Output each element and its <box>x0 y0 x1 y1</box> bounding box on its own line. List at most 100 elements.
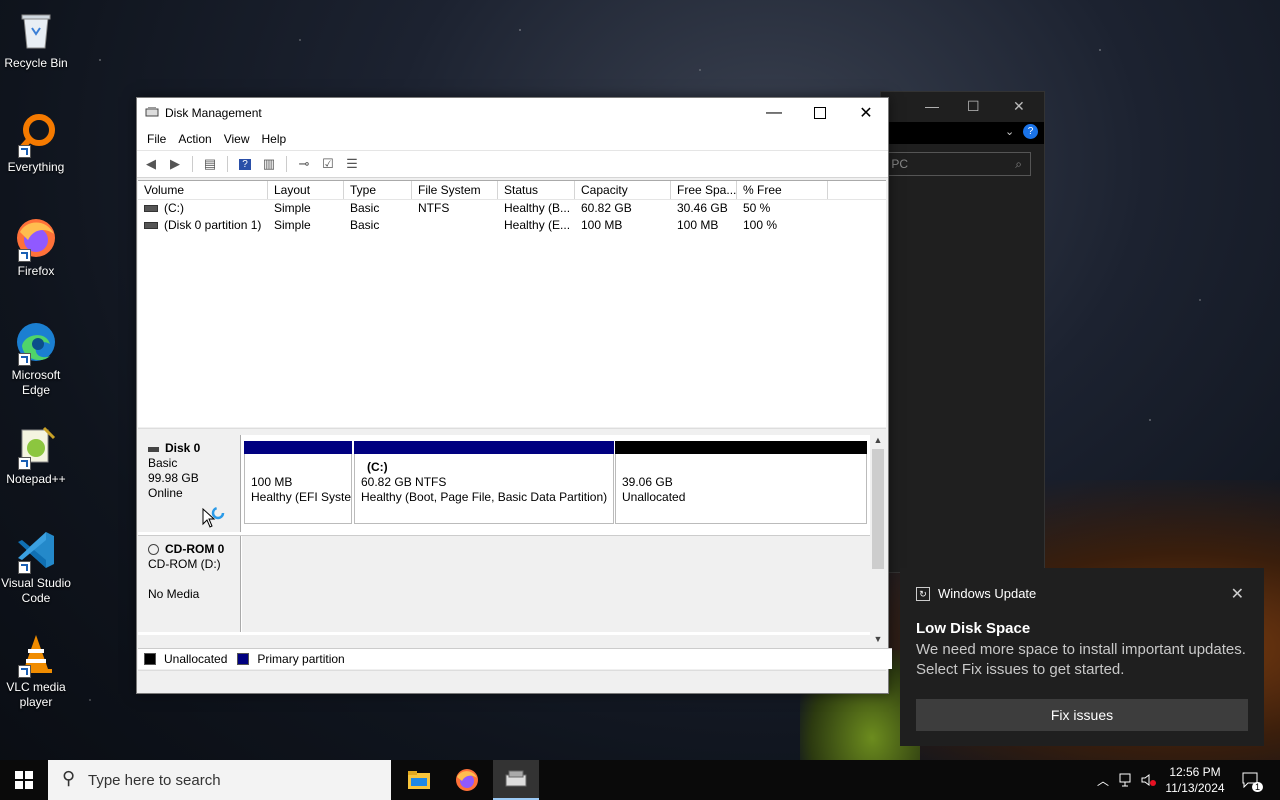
action-center-button[interactable]: 1 <box>1236 760 1266 800</box>
cdrom-icon <box>148 544 159 556</box>
disk-management-icon <box>145 107 159 117</box>
fix-issues-button[interactable]: Fix issues <box>916 699 1248 731</box>
cell-type: Basic <box>350 218 380 232</box>
network-icon[interactable] <box>1116 760 1138 800</box>
cell-layout: Simple <box>274 201 311 215</box>
cdrom0-type: CD-ROM (D:) <box>148 557 221 571</box>
chevron-down-icon[interactable]: ⌄ <box>1005 125 1014 138</box>
close-button[interactable]: ✕ <box>843 98 889 128</box>
partition-efi[interactable]: 100 MB Healthy (EFI Syste <box>244 441 352 524</box>
taskbar-search-box[interactable]: ⚲ Type here to search <box>48 760 391 800</box>
help-book-icon[interactable]: ? <box>235 155 255 173</box>
minimize-button[interactable]: — <box>751 98 797 128</box>
cdrom0-name: CD-ROM 0 <box>165 542 225 556</box>
title-bar[interactable]: Disk Management — ✕ <box>137 98 888 128</box>
menu-help[interactable]: Help <box>256 128 293 150</box>
folder-icon <box>408 771 430 789</box>
cell-capacity: 60.82 GB <box>581 201 632 215</box>
shortcut-arrow-icon <box>18 249 31 262</box>
bg-close-button[interactable]: ✕ <box>1013 98 1025 115</box>
partition-unallocated[interactable]: 39.06 GB Unallocated <box>615 441 867 524</box>
cell-percent-free: 100 % <box>743 218 778 232</box>
desktop-icon-vscode[interactable]: Visual Studio Code <box>0 528 72 606</box>
desktop-icon-edge[interactable]: Microsoft Edge <box>0 320 72 398</box>
menu-action[interactable]: Action <box>172 128 217 150</box>
legend-unallocated: Unallocated <box>164 652 228 666</box>
connect-icon[interactable]: ⊸ <box>294 155 314 173</box>
firefox-icon <box>14 216 58 262</box>
volume-muted-icon[interactable] <box>1138 760 1160 800</box>
maximize-button[interactable] <box>797 98 843 128</box>
notepadpp-icon <box>14 424 58 470</box>
menu-view[interactable]: View <box>218 128 256 150</box>
partition-size: 39.06 GB <box>622 475 673 489</box>
settings-list-icon[interactable]: ☰ <box>342 155 362 173</box>
properties-icon[interactable]: ▥ <box>259 155 279 173</box>
forward-arrow-icon[interactable]: ▶ <box>165 155 185 173</box>
partition-size: 60.82 GB NTFS <box>361 475 447 489</box>
column-status[interactable]: Status <box>498 181 575 199</box>
desktop-icon-label: Everything <box>7 160 65 174</box>
desktop-icon-everything[interactable]: Everything <box>0 112 72 175</box>
table-row[interactable]: (C:) Simple Basic NTFS Healthy (B... 60.… <box>138 200 886 217</box>
cdrom0-label[interactable]: CD-ROM 0 CD-ROM (D:) No Media <box>138 536 241 632</box>
partition-status: Healthy (Boot, Page File, Basic Data Par… <box>361 490 608 504</box>
legend-primary-partition: Primary partition <box>257 652 345 666</box>
desktop-icon-label: Notepad++ <box>6 472 66 486</box>
windows-logo-icon <box>15 771 33 789</box>
cell-free-space: 30.46 GB <box>677 201 728 215</box>
edge-icon <box>14 320 58 366</box>
column-type[interactable]: Type <box>344 181 412 199</box>
cell-status: Healthy (B... <box>504 201 571 215</box>
disk-row-disk0[interactable]: Disk 0 Basic 99.98 GB Online 100 MB Heal… <box>138 435 870 532</box>
scroll-down-arrow-icon[interactable]: ▼ <box>870 634 886 648</box>
column-capacity[interactable]: Capacity <box>575 181 671 199</box>
taskbar-clock[interactable]: 12:56 PM 11/13/2024 <box>1160 764 1230 796</box>
desktop-icon-firefox[interactable]: Firefox <box>0 216 72 279</box>
legend: Unallocated Primary partition <box>138 648 892 669</box>
show-hidden-icons-chevron-icon[interactable]: ︿ <box>1092 760 1114 800</box>
desktop-icon-notepadpp[interactable]: Notepad++ <box>0 424 72 487</box>
everything-icon <box>14 112 58 158</box>
bg-maximize-button[interactable]: ☐ <box>967 98 980 115</box>
column-free-space[interactable]: Free Spa... <box>671 181 737 199</box>
cell-free-space: 100 MB <box>677 218 719 232</box>
disk0-name: Disk 0 <box>165 441 201 455</box>
disk-management-window[interactable]: Disk Management — ✕ File Action View Hel… <box>136 97 892 694</box>
bg-search-box[interactable]: s PC ⌕ <box>881 152 1031 176</box>
disk0-state: Online <box>148 486 183 500</box>
desktop-icon-vlc[interactable]: VLC media player <box>0 632 72 710</box>
taskbar-disk-management[interactable] <box>493 760 539 800</box>
scroll-up-arrow-icon[interactable]: ▲ <box>870 435 886 449</box>
toast-close-button[interactable]: ✕ <box>1231 584 1244 604</box>
show-hide-tree-icon[interactable]: ▤ <box>200 155 220 173</box>
disk-row-cdrom0[interactable]: CD-ROM 0 CD-ROM (D:) No Media <box>138 535 870 632</box>
taskbar-file-explorer[interactable] <box>396 760 442 800</box>
volume-list[interactable]: Volume Layout Type File System Status Ca… <box>138 180 886 427</box>
column-volume[interactable]: Volume <box>138 181 268 199</box>
desktop-icon-recycle-bin[interactable]: Recycle Bin <box>0 8 72 71</box>
taskbar-firefox[interactable] <box>444 760 490 800</box>
back-arrow-icon[interactable]: ◀ <box>141 155 161 173</box>
desktop-icon-label: Visual Studio Code <box>1 576 71 605</box>
help-icon[interactable]: ? <box>1023 124 1038 139</box>
table-row[interactable]: (Disk 0 partition 1) Simple Basic Health… <box>138 217 886 234</box>
windows-update-toast[interactable]: ↻ Windows Update ✕ Low Disk Space We nee… <box>900 568 1264 746</box>
volume-icon <box>144 205 158 213</box>
background-explorer-window[interactable]: — ☐ ✕ ⌄ ? s PC ⌕ <box>880 91 1045 573</box>
partition-c[interactable]: (C:) 60.82 GB NTFS Healthy (Boot, Page F… <box>354 441 614 524</box>
column-file-system[interactable]: File System <box>412 181 498 199</box>
menu-file[interactable]: File <box>141 128 172 150</box>
pane-splitter[interactable] <box>138 428 886 435</box>
recycle-bin-icon <box>14 8 58 52</box>
column-percent-free[interactable]: % Free <box>737 181 828 199</box>
partition-status: Unallocated <box>622 490 686 504</box>
bg-minimize-button[interactable]: — <box>925 98 939 114</box>
column-layout[interactable]: Layout <box>268 181 344 199</box>
start-button[interactable] <box>0 760 48 800</box>
disk-graphical-view[interactable]: Disk 0 Basic 99.98 GB Online 100 MB Heal… <box>138 435 870 635</box>
scrollbar-thumb[interactable] <box>872 449 884 569</box>
graphical-view-scrollbar[interactable]: ▲ ▼ <box>870 435 886 648</box>
partition-header-bar <box>244 441 352 454</box>
check-icon[interactable]: ☑ <box>318 155 338 173</box>
